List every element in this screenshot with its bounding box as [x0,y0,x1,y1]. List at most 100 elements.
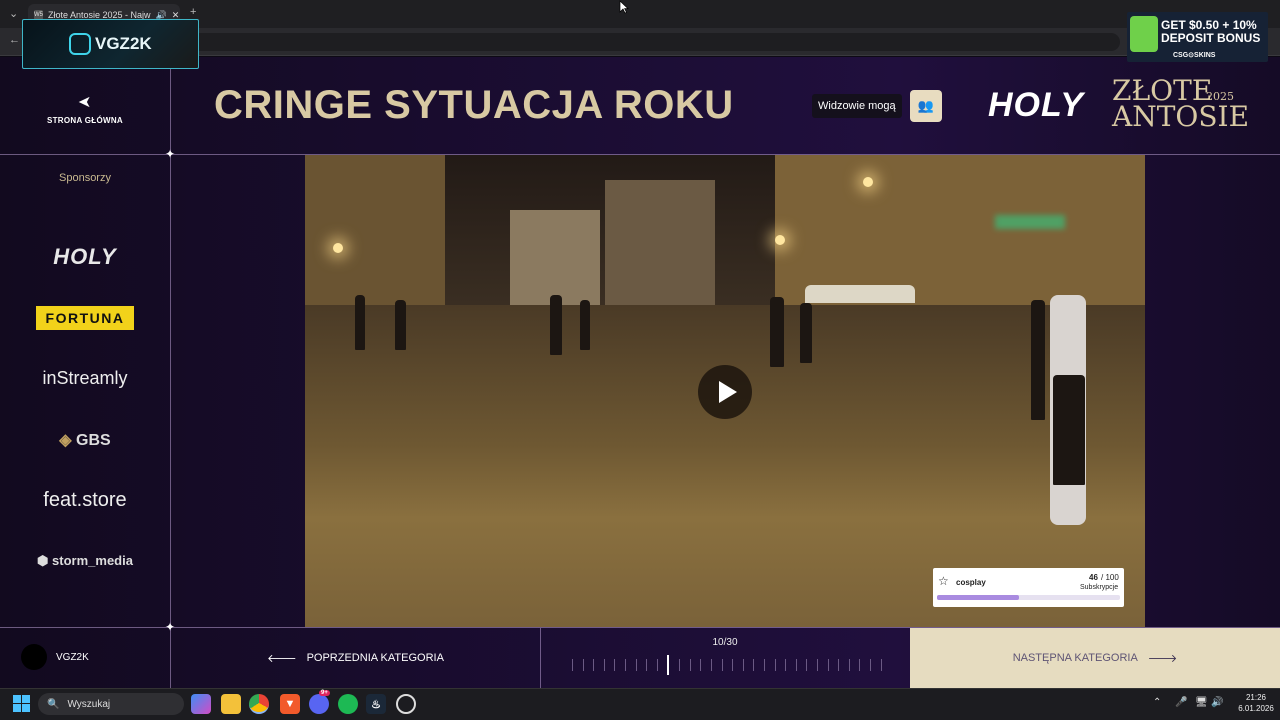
goal-name: cosplay [956,578,986,587]
video-building [510,210,600,305]
users-icon[interactable]: 👥 [909,90,942,122]
ad-line2: DEPOSIT BONUS [1161,31,1261,45]
back-arrow-icon[interactable]: ← [9,34,20,46]
video-player[interactable] [305,155,1145,627]
progress-tick[interactable] [838,659,840,671]
progress-tick[interactable] [880,659,882,671]
video-building [605,180,715,305]
volume-icon[interactable]: 🔊 [1211,697,1223,708]
sponsor-gbs-label: GBS [76,432,111,449]
sponsor-fortuna[interactable]: FORTUNA [36,306,134,330]
copilot-icon[interactable] [191,694,211,714]
arrow-left-icon: ➤ [78,94,92,111]
sponsor-instreamly[interactable]: inStreamly [20,368,150,389]
viewers-label: Widzowie mogą [812,94,902,118]
play-button[interactable] [698,365,752,419]
gbs-diamond-icon: ◈ [59,432,72,449]
progress-tick[interactable] [646,659,648,671]
progress-tick[interactable] [656,659,658,671]
storm-icon: ⬢ [37,553,49,568]
sponsor-gbs[interactable]: ◈ GBS [20,430,150,450]
spotify-icon[interactable] [338,694,358,714]
file-explorer-icon[interactable] [221,694,241,714]
progress-tick[interactable] [785,659,787,671]
prev-category-label: POPRZEDNIA KATEGORIA [306,652,444,664]
search-icon: 🔍 [47,698,60,710]
tab-list-icon[interactable]: ⌄ [9,7,18,20]
year-text: 2025 [1206,90,1234,103]
progress-tick[interactable] [817,659,819,671]
sponsor-featstore[interactable]: feat.store [20,489,150,512]
category-progress-label: 10/30 [712,637,738,648]
progress-tick[interactable] [859,659,861,671]
progress-tick[interactable] [582,659,584,671]
streamer-name: VGZ2K [95,34,152,53]
progress-tick[interactable] [689,659,691,671]
antosie-text: ANTOSIE [1112,100,1250,133]
progress-tick[interactable] [614,659,616,671]
category-progress-ticks[interactable] [572,655,882,675]
taskbar-clock[interactable]: 21:26 6.01.2026 [1234,692,1278,714]
steam-icon[interactable]: ♨ [366,694,386,714]
instagram-icon [69,33,91,55]
progress-tick[interactable] [721,659,723,671]
ad-banner[interactable]: GET $0.50 + 10% DEPOSIT BONUS CSG⊙SKINS [1127,12,1268,62]
progress-tick[interactable] [806,659,808,671]
network-icon[interactable]: 🖥 [1195,697,1208,708]
new-tab-icon[interactable]: + [190,6,196,18]
discord-badge: 9+ [319,690,330,696]
progress-tick[interactable] [700,659,702,671]
next-category-button[interactable]: NASTĘPNA KATEGORIA 🡒 [910,628,1280,688]
progress-tick[interactable] [774,659,776,671]
progress-tick[interactable] [742,659,744,671]
progress-tick[interactable] [848,659,850,671]
progress-tick[interactable] [635,659,637,671]
app-icon[interactable] [396,694,416,714]
prev-category-button[interactable]: 🡐 POPRZEDNIA KATEGORIA [171,628,540,688]
chrome-icon[interactable] [249,694,269,714]
discord-icon[interactable]: 9+ [309,690,330,714]
video-neon-sign [995,215,1065,229]
subscription-goal-widget: ☆ cosplay 46 / 100 Subskrypcje [933,568,1124,607]
sponsor-storm-label: storm_media [52,553,133,568]
sponsor-holy[interactable]: HOLY [20,244,150,270]
video-person [800,303,812,363]
progress-tick[interactable] [679,659,681,671]
brave-icon[interactable]: ▼ [280,694,300,714]
progress-tick[interactable] [870,659,872,671]
search-placeholder: Wyszukaj [67,698,111,710]
progress-tick[interactable] [763,659,765,671]
progress-tick[interactable] [603,659,605,671]
avatar[interactable] [21,644,47,670]
progress-tick[interactable] [827,659,829,671]
progress-tick[interactable] [732,659,734,671]
ad-character-icon [1130,16,1158,52]
progress-tick-current[interactable] [667,655,670,675]
windows-start-icon[interactable] [13,695,30,712]
goal-caption: Subskrypcje [1080,584,1119,591]
streamer-overlay: VGZ2K [22,19,199,69]
video-building [305,155,445,305]
video-streetlight [863,177,873,187]
ad-line1: GET $0.50 + 10% [1161,18,1257,32]
progress-tick[interactable] [753,659,755,671]
progress-tick[interactable] [710,659,712,671]
video-streetlight [333,243,343,253]
video-person [770,297,784,367]
taskbar-search[interactable]: 🔍 Wyszukaj [38,693,184,715]
zlote-antosie-logo: ZŁOTE ANTOSIE 2025 [1112,77,1250,133]
star-icon: ☆ [938,574,949,588]
progress-tick[interactable] [625,659,627,671]
progress-tick[interactable] [593,659,595,671]
sponsor-storm-media[interactable]: ⬢ storm_media [20,553,150,569]
arrow-left-icon: 🡐 [267,653,297,665]
tray-chevron-icon[interactable]: ⌃ [1153,697,1161,708]
progress-tick[interactable] [572,659,573,671]
goal-progress-track [937,595,1120,600]
video-tent [805,285,915,303]
viewers-control[interactable]: Widzowie mogą 👥 [812,90,942,122]
home-button[interactable]: ➤ STRONA GŁÓWNA [40,92,130,125]
microphone-icon[interactable]: 🎤 [1175,697,1187,708]
progress-tick[interactable] [795,659,797,671]
sponsors-label: Sponsorzy [59,172,111,184]
